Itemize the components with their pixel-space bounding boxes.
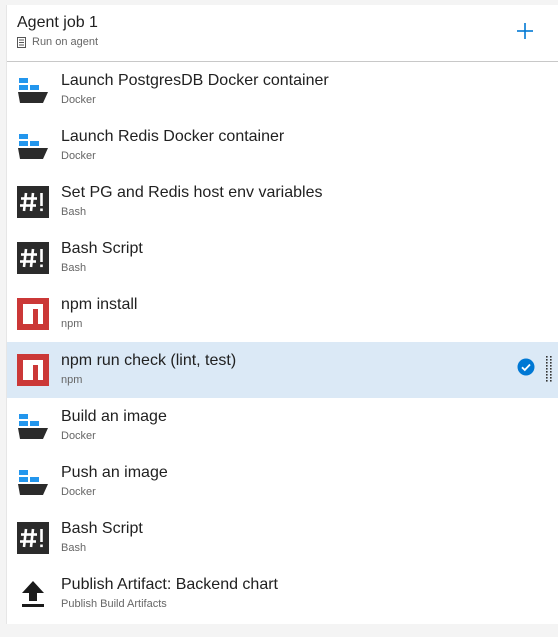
task-type: Docker (61, 430, 96, 442)
task-name: npm install (61, 296, 138, 313)
bash-icon (17, 242, 49, 274)
task-type: Publish Build Artifacts (61, 598, 167, 610)
upload-icon (22, 581, 44, 607)
server-icon (17, 36, 26, 48)
docker-icon (17, 466, 49, 498)
task-list: Launch PostgresDB Docker container Docker… (7, 62, 558, 622)
task-row[interactable]: Push an image Docker (7, 454, 558, 510)
docker-icon (17, 130, 49, 162)
task-row[interactable]: Build an image Docker (7, 398, 558, 454)
job-subtitle-text: Run on agent (32, 36, 99, 48)
task-type: npm (61, 318, 83, 330)
bash-icon (17, 522, 49, 554)
pipeline-panel: Agent job 1 Run on agent Launch Postgres… (6, 5, 558, 624)
task-row[interactable]: Set PG and Redis host env variables Bash (7, 174, 558, 230)
task-name: npm run check (lint, test) (61, 352, 237, 369)
npm-icon (17, 298, 49, 330)
bash-icon (17, 522, 49, 554)
task-row[interactable]: Bash Script Bash (7, 230, 558, 286)
task-name: Launch Redis Docker container (61, 128, 285, 145)
task-row[interactable]: Bash Script Bash (7, 510, 558, 566)
docker-icon (17, 410, 49, 442)
docker-icon (18, 470, 48, 495)
drag-handle-icon[interactable] (545, 355, 553, 383)
plus-icon (517, 23, 533, 39)
docker-icon (18, 78, 48, 103)
npm-icon (17, 298, 49, 330)
agent-job-header[interactable]: Agent job 1 Run on agent (7, 5, 558, 62)
docker-icon (18, 134, 48, 159)
task-type: Bash (61, 262, 87, 274)
bash-icon (17, 186, 49, 218)
check-icon (517, 358, 535, 376)
task-type: Docker (61, 486, 96, 498)
job-title: Agent job 1 (17, 14, 98, 31)
docker-icon (17, 74, 49, 106)
task-name: Launch PostgresDB Docker container (61, 72, 329, 89)
task-type: Docker (61, 94, 96, 106)
task-type: Bash (61, 206, 87, 218)
task-name: Build an image (61, 408, 167, 425)
task-name: Push an image (61, 464, 168, 481)
npm-icon (17, 354, 49, 386)
task-name: Set PG and Redis host env variables (61, 184, 323, 201)
task-type: Docker (61, 150, 96, 162)
npm-icon (17, 354, 49, 386)
upload-icon (17, 578, 49, 610)
task-row[interactable]: Launch Redis Docker container Docker (7, 118, 558, 174)
task-row[interactable]: Publish Artifact: Backend chart Publish B… (7, 566, 558, 622)
docker-icon (18, 414, 48, 439)
task-name: Bash Script (61, 520, 143, 537)
bash-icon (17, 242, 49, 274)
job-subtitle: Run on agent (17, 36, 98, 48)
task-name: Publish Artifact: Backend chart (61, 576, 278, 593)
task-row[interactable]: npm run check (lint, test) npm (7, 342, 558, 398)
bash-icon (17, 186, 49, 218)
task-row[interactable]: npm install npm (7, 286, 558, 342)
add-task-button[interactable] (513, 19, 537, 43)
task-row[interactable]: Launch PostgresDB Docker container Docker (7, 62, 558, 118)
task-name: Bash Script (61, 240, 143, 257)
task-type: Bash (61, 542, 87, 554)
task-type: npm (61, 374, 83, 386)
